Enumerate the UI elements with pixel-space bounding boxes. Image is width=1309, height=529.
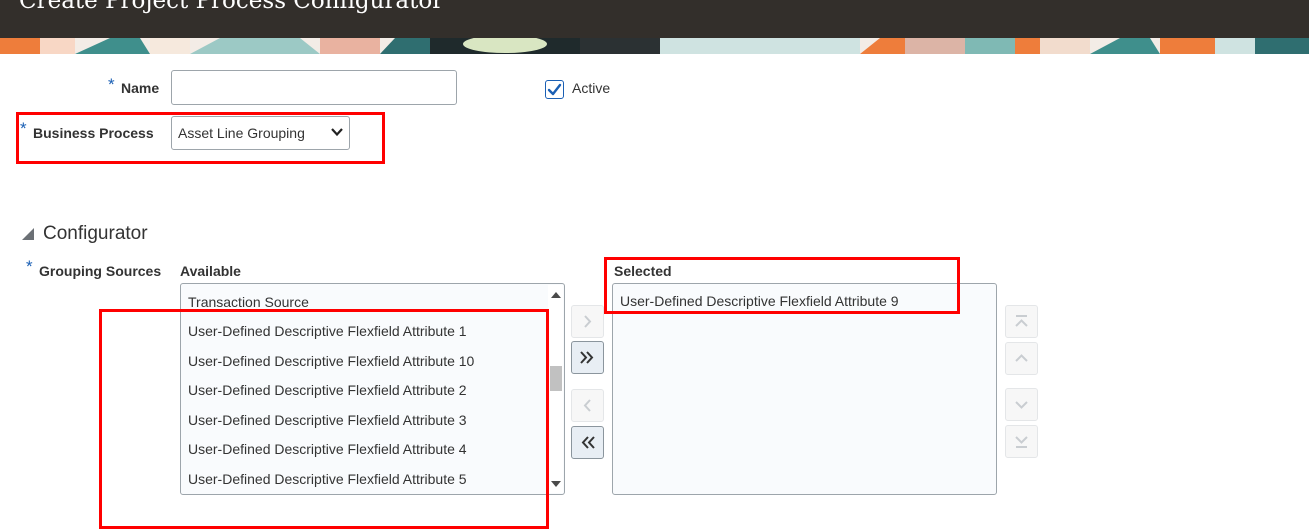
checkmark-icon — [547, 83, 562, 96]
selected-header: Selected — [614, 263, 672, 279]
decorative-banner — [0, 38, 1309, 54]
name-label: Name — [121, 80, 160, 96]
move-to-bottom-button[interactable] — [1005, 425, 1038, 458]
name-input[interactable] — [171, 70, 457, 105]
active-label: Active — [572, 80, 611, 96]
move-bottom-icon — [1015, 436, 1028, 448]
double-chevron-left-icon — [581, 436, 595, 449]
configurator-section-title: Configurator — [43, 223, 148, 244]
move-to-top-button[interactable] — [1005, 305, 1038, 338]
move-selected-button[interactable] — [571, 305, 604, 338]
scroll-down-arrow-icon[interactable] — [551, 481, 561, 487]
grouping-sources-label: Grouping Sources — [39, 263, 162, 279]
chevron-down-icon — [1015, 401, 1028, 409]
remove-all-button[interactable] — [571, 426, 604, 459]
move-up-button[interactable] — [1005, 342, 1038, 375]
chevron-left-icon — [583, 399, 591, 412]
double-chevron-right-icon — [580, 351, 594, 364]
available-scrollbar[interactable] — [548, 285, 563, 493]
chevron-down-icon — [331, 128, 343, 137]
available-item[interactable]: User-Defined Descriptive Flexfield Attri… — [188, 471, 467, 487]
name-required-indicator: * — [108, 75, 115, 94]
move-top-icon — [1015, 315, 1028, 327]
active-checkbox[interactable] — [545, 80, 564, 99]
grouping-sources-required-indicator: * — [26, 257, 33, 276]
collapse-triangle-icon[interactable] — [21, 227, 35, 241]
available-item[interactable]: User-Defined Descriptive Flexfield Attri… — [188, 353, 474, 369]
selected-item[interactable]: User-Defined Descriptive Flexfield Attri… — [620, 293, 899, 309]
available-item[interactable]: User-Defined Descriptive Flexfield Attri… — [188, 382, 467, 398]
move-down-button[interactable] — [1005, 388, 1038, 421]
page-title: Create Project Process Configurator — [19, 0, 444, 14]
available-item[interactable]: Transaction Source — [188, 294, 309, 310]
selected-listbox[interactable]: User-Defined Descriptive Flexfield Attri… — [612, 283, 997, 495]
available-item[interactable]: User-Defined Descriptive Flexfield Attri… — [188, 441, 467, 457]
business-process-select[interactable]: Asset Line Grouping — [171, 116, 350, 150]
business-process-required-indicator: * — [20, 119, 27, 138]
available-item[interactable]: User-Defined Descriptive Flexfield Attri… — [188, 412, 467, 428]
available-listbox[interactable]: Transaction Source User-Defined Descript… — [180, 283, 565, 495]
move-all-button[interactable] — [571, 341, 604, 374]
remove-selected-button[interactable] — [571, 389, 604, 422]
available-item[interactable]: User-Defined Descriptive Flexfield Attri… — [188, 323, 467, 339]
page-header: Create Project Process Configurator — [0, 0, 1309, 38]
scrollbar-thumb[interactable] — [550, 366, 562, 391]
available-header: Available — [180, 263, 241, 279]
business-process-label: Business Process — [33, 125, 154, 141]
banner-illustration — [0, 38, 1309, 54]
scroll-up-arrow-icon[interactable] — [551, 292, 561, 298]
chevron-right-icon — [584, 315, 592, 328]
business-process-value: Asset Line Grouping — [178, 125, 305, 141]
chevron-up-icon — [1015, 354, 1028, 362]
